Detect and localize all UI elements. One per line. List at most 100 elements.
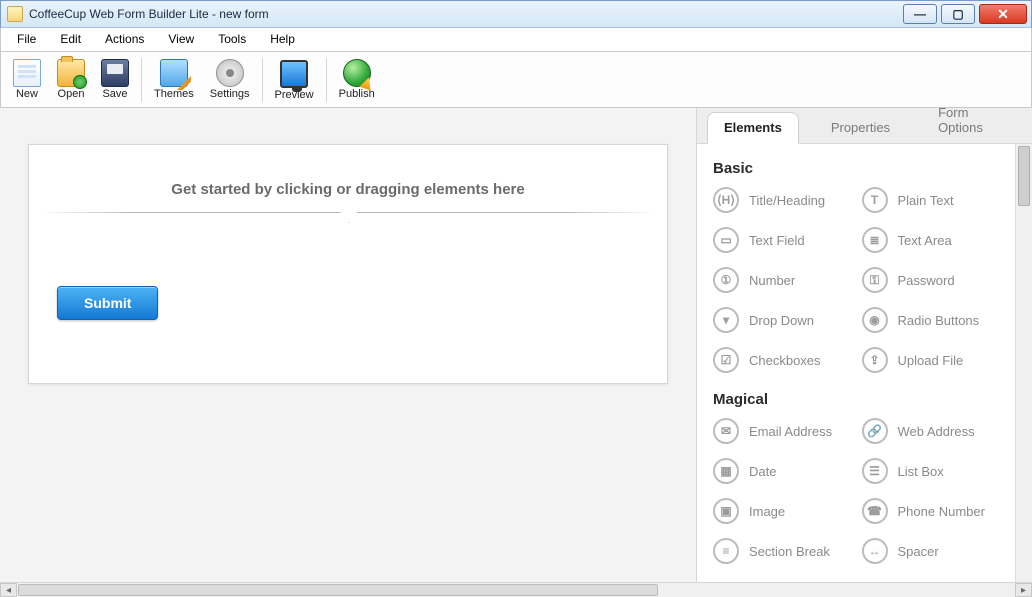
window-titlebar: CoffeeCup Web Form Builder Lite - new fo… bbox=[0, 0, 1032, 28]
menu-view[interactable]: View bbox=[156, 28, 206, 51]
element-item-title-heading[interactable]: ⟨H⟩ Title/Heading bbox=[713, 187, 856, 213]
gear-icon bbox=[216, 59, 244, 87]
element-item-label: Text Area bbox=[898, 233, 952, 248]
element-item-plain-text[interactable]: T Plain Text bbox=[862, 187, 1005, 213]
themes-icon bbox=[160, 59, 188, 87]
right-panel: Elements Properties Form Options Basic ⟨… bbox=[696, 108, 1032, 582]
toolbar-separator bbox=[262, 58, 263, 102]
element-item-label: Web Address bbox=[898, 424, 975, 439]
tab-properties[interactable]: Properties bbox=[815, 113, 906, 143]
toolbar-settings-button[interactable]: Settings bbox=[202, 55, 258, 105]
tab-elements[interactable]: Elements bbox=[707, 112, 799, 144]
window-maximize-button[interactable]: ▢ bbox=[941, 4, 975, 24]
element-item-label: Password bbox=[898, 273, 955, 288]
section-title-magical: Magical bbox=[713, 391, 1024, 408]
drop-hint-arrow-icon bbox=[39, 212, 657, 226]
toolbar-settings-label: Settings bbox=[210, 88, 250, 100]
toolbar-themes-button[interactable]: Themes bbox=[146, 55, 202, 105]
window-title: CoffeeCup Web Form Builder Lite - new fo… bbox=[29, 7, 269, 21]
text-field-icon: ▭ bbox=[713, 227, 739, 253]
email-address-icon: ✉ bbox=[713, 418, 739, 444]
element-item-upload-file[interactable]: ⇪Upload File bbox=[862, 347, 1005, 373]
checkboxes-icon: ☑ bbox=[713, 347, 739, 373]
toolbar-new-button[interactable]: New bbox=[5, 55, 49, 105]
scroll-right-button[interactable]: ▸ bbox=[1015, 583, 1032, 597]
element-item-radio-buttons[interactable]: ◉ Radio Buttons bbox=[862, 307, 1005, 333]
element-item-drop-down[interactable]: ▾Drop Down bbox=[713, 307, 856, 333]
element-item-checkboxes[interactable]: ☑Checkboxes bbox=[713, 347, 856, 373]
globe-publish-icon bbox=[343, 59, 371, 87]
element-item-label: Title/Heading bbox=[749, 193, 825, 208]
element-item-password[interactable]: ⚿ Password bbox=[862, 267, 1005, 293]
element-item-image[interactable]: ▣ Image bbox=[713, 498, 856, 524]
monitor-icon bbox=[280, 60, 308, 88]
toolbar-new-label: New bbox=[16, 88, 38, 100]
element-item-label: Date bbox=[749, 464, 776, 479]
element-item-email-address[interactable]: ✉Email Address bbox=[713, 418, 856, 444]
maximize-icon: ▢ bbox=[952, 7, 963, 21]
section-title-basic: Basic bbox=[713, 160, 1024, 177]
image-icon: ▣ bbox=[713, 498, 739, 524]
element-item-text-area[interactable]: ≣Text Area bbox=[862, 227, 1005, 253]
element-item-label: Upload File bbox=[898, 353, 964, 368]
tab-form-options[interactable]: Form Options bbox=[922, 98, 1022, 143]
menu-actions[interactable]: Actions bbox=[93, 28, 156, 51]
minimize-icon: — bbox=[914, 7, 926, 21]
element-item-text-field[interactable]: ▭ Text Field bbox=[713, 227, 856, 253]
window-close-button[interactable]: ✕ bbox=[979, 4, 1027, 24]
canvas-area: Get started by clicking or dragging elem… bbox=[0, 108, 696, 582]
toolbar-open-button[interactable]: Open bbox=[49, 55, 93, 105]
toolbar-publish-button[interactable]: Publish bbox=[331, 55, 383, 105]
element-item-label: Text Field bbox=[749, 233, 805, 248]
toolbar-open-label: Open bbox=[58, 88, 85, 100]
element-item-list-box[interactable]: ☰List Box bbox=[862, 458, 1005, 484]
element-item-label: Phone Number bbox=[898, 504, 985, 519]
element-item-label: Section Break bbox=[749, 544, 830, 559]
date-icon: ▦ bbox=[713, 458, 739, 484]
menu-file[interactable]: File bbox=[5, 28, 48, 51]
panel-tabs: Elements Properties Form Options bbox=[697, 108, 1032, 144]
window-minimize-button[interactable]: — bbox=[903, 4, 937, 24]
plain-text-icon: T bbox=[862, 187, 888, 213]
save-disk-icon bbox=[101, 59, 129, 87]
menubar: File Edit Actions View Tools Help bbox=[0, 28, 1032, 52]
menu-edit[interactable]: Edit bbox=[48, 28, 93, 51]
panel-body: Basic ⟨H⟩ Title/Heading T Plain Text ▭ Text F… bbox=[697, 144, 1032, 582]
scroll-left-button[interactable]: ◂ bbox=[0, 583, 17, 597]
toolbar-save-label: Save bbox=[102, 88, 127, 100]
element-item-label: Drop Down bbox=[749, 313, 814, 328]
title-heading-icon: ⟨H⟩ bbox=[713, 187, 739, 213]
element-item-label: Radio Buttons bbox=[898, 313, 980, 328]
toolbar-save-button[interactable]: Save bbox=[93, 55, 137, 105]
scrollbar-thumb[interactable] bbox=[1018, 146, 1030, 206]
app-icon bbox=[7, 6, 23, 22]
menu-help[interactable]: Help bbox=[258, 28, 307, 51]
drop-hint-text: Get started by clicking or dragging elem… bbox=[57, 181, 639, 212]
element-item-number[interactable]: ①Number bbox=[713, 267, 856, 293]
password-icon: ⚿ bbox=[862, 267, 888, 293]
submit-button[interactable]: Submit bbox=[57, 286, 158, 320]
hscroll-thumb[interactable] bbox=[18, 584, 658, 596]
element-item-label: Image bbox=[749, 504, 785, 519]
toolbar-separator bbox=[326, 58, 327, 102]
section-break-icon: ≡ bbox=[713, 538, 739, 564]
element-item-web-address[interactable]: 🔗Web Address bbox=[862, 418, 1005, 444]
menu-tools[interactable]: Tools bbox=[206, 28, 258, 51]
element-item-label: Plain Text bbox=[898, 193, 954, 208]
element-item-phone-number[interactable]: ☎Phone Number bbox=[862, 498, 1005, 524]
element-item-label: Number bbox=[749, 273, 795, 288]
workspace: Get started by clicking or dragging elem… bbox=[0, 108, 1032, 582]
new-file-icon bbox=[13, 59, 41, 87]
elements-grid-magical: ✉Email Address🔗Web Address ▦ Date ☰List Box… bbox=[713, 418, 1024, 564]
toolbar-preview-button[interactable]: Preview bbox=[267, 55, 322, 105]
open-folder-icon bbox=[57, 59, 85, 87]
form-canvas[interactable]: Get started by clicking or dragging elem… bbox=[28, 144, 668, 384]
spacer-icon: ↔ bbox=[862, 538, 888, 564]
element-item-date[interactable]: ▦ Date bbox=[713, 458, 856, 484]
horizontal-scrollbar[interactable]: ◂ ▸ bbox=[0, 582, 1032, 597]
radio-buttons-icon: ◉ bbox=[862, 307, 888, 333]
element-item-section-break[interactable]: ≡ Section Break bbox=[713, 538, 856, 564]
panel-vertical-scrollbar[interactable] bbox=[1015, 144, 1032, 582]
element-item-spacer[interactable]: ↔Spacer bbox=[862, 538, 1005, 564]
list-box-icon: ☰ bbox=[862, 458, 888, 484]
